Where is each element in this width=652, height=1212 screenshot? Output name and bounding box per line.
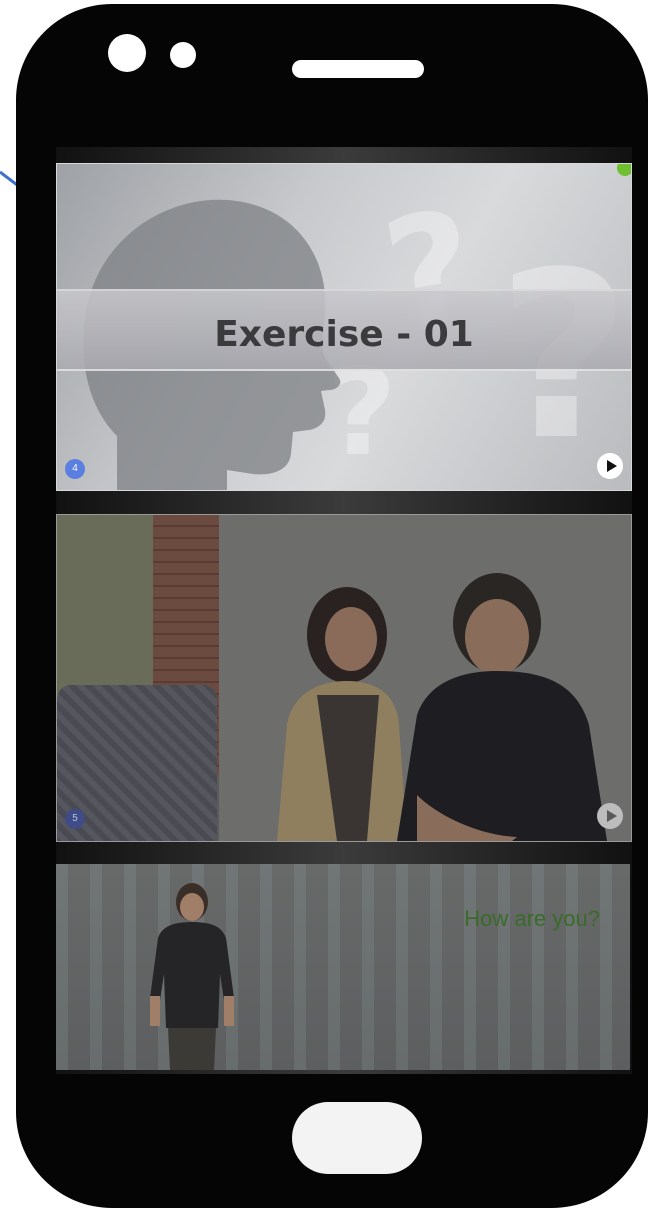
front-camera [108, 34, 146, 72]
pin-icon [617, 164, 631, 176]
greeting-text: How are you? [464, 906, 600, 931]
greeting-video-card[interactable]: How are you? [56, 864, 630, 1070]
phone-screen: ? ? ? Exercise - 01 4 5 [56, 147, 632, 1074]
home-button[interactable] [292, 1102, 422, 1174]
city-background [56, 864, 630, 1070]
proximity-sensor [170, 42, 196, 68]
conversation-video-card[interactable]: 5 [56, 514, 632, 842]
presenter-image [150, 883, 234, 1070]
exercise-card[interactable]: ? ? ? Exercise - 01 4 [56, 163, 632, 491]
card-number-badge: 4 [65, 459, 85, 479]
card-number-badge: 5 [65, 809, 85, 829]
man-image [397, 573, 607, 841]
play-icon[interactable] [597, 453, 623, 479]
earpiece-speaker [292, 60, 424, 78]
play-icon[interactable] [597, 803, 623, 829]
exercise-title: Exercise - 01 [214, 314, 474, 355]
